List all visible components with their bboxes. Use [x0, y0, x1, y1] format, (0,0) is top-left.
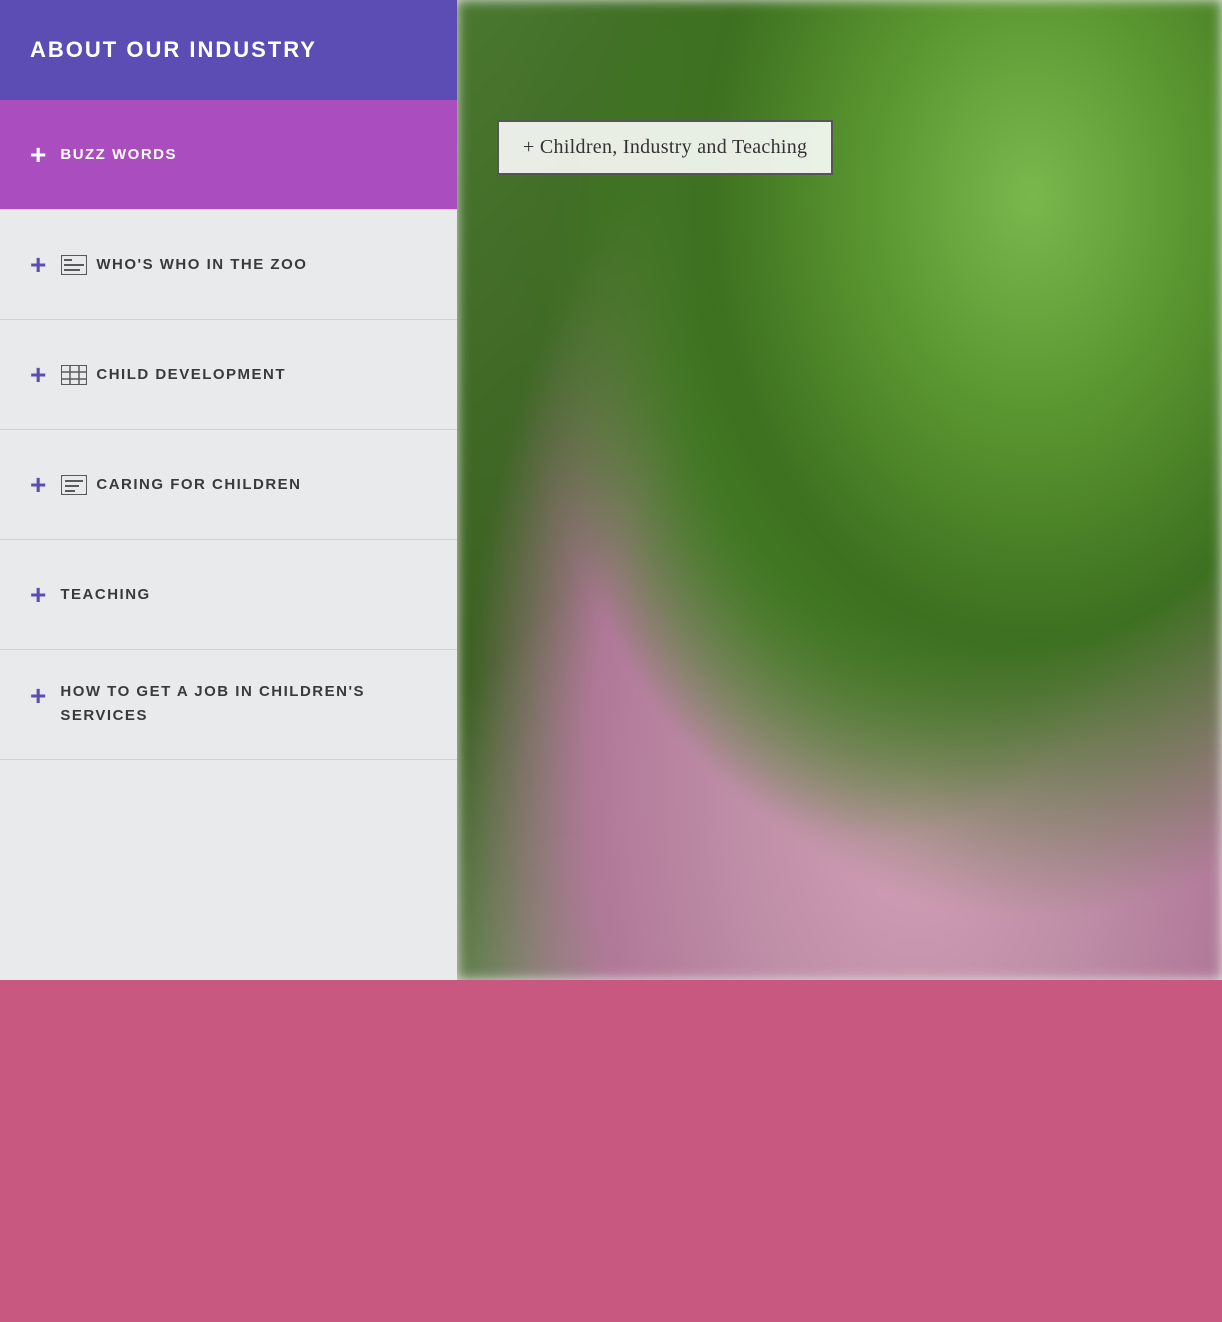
sidebar-item-label: CARING FOR CHILDREN	[96, 476, 301, 493]
sidebar-item-label: HOW TO GET A JOB IN CHILDREN'S SERVICES	[60, 680, 427, 728]
grid-icon	[60, 364, 88, 386]
sidebar: ABOUT OUR INDUSTRY + BUZZ WORDS + WHO'S …	[0, 0, 457, 980]
sidebar-item-label: TEACHING	[60, 586, 150, 603]
sidebar-item-label: CHILD DEVELOPMENT	[96, 366, 286, 383]
plus-icon: +	[30, 471, 46, 499]
sidebar-header: ABOUT OUR INDUSTRY	[0, 0, 457, 100]
plus-icon: +	[30, 581, 46, 609]
sidebar-item-child-development[interactable]: + CHILD DEVELOPMENT	[0, 320, 457, 430]
plus-icon: +	[30, 251, 46, 279]
content-area: + Children, Industry and Teaching	[457, 0, 1222, 980]
sidebar-item-buzz-words[interactable]: + BUZZ WORDS	[0, 100, 457, 210]
plus-icon: +	[30, 141, 46, 169]
sidebar-item-caring-for-children[interactable]: + CARING FOR CHILDREN	[0, 430, 457, 540]
sidebar-item-how-to-get-job[interactable]: + HOW TO GET A JOB IN CHILDREN'S SERVICE…	[0, 650, 457, 760]
bottom-section	[0, 980, 1222, 1322]
doc-icon	[60, 474, 88, 496]
sidebar-item-teaching[interactable]: + TEACHING	[0, 540, 457, 650]
sidebar-item-whos-who[interactable]: + WHO'S WHO IN THE ZOO	[0, 210, 457, 320]
sidebar-item-label: WHO'S WHO IN THE ZOO	[96, 256, 307, 273]
plus-icon: +	[30, 682, 46, 710]
sidebar-item-label: BUZZ WORDS	[60, 146, 177, 163]
sidebar-title: ABOUT OUR INDUSTRY	[30, 37, 317, 63]
list-icon	[60, 254, 88, 276]
tag-button[interactable]: + Children, Industry and Teaching	[497, 120, 833, 175]
plus-icon: +	[30, 361, 46, 389]
